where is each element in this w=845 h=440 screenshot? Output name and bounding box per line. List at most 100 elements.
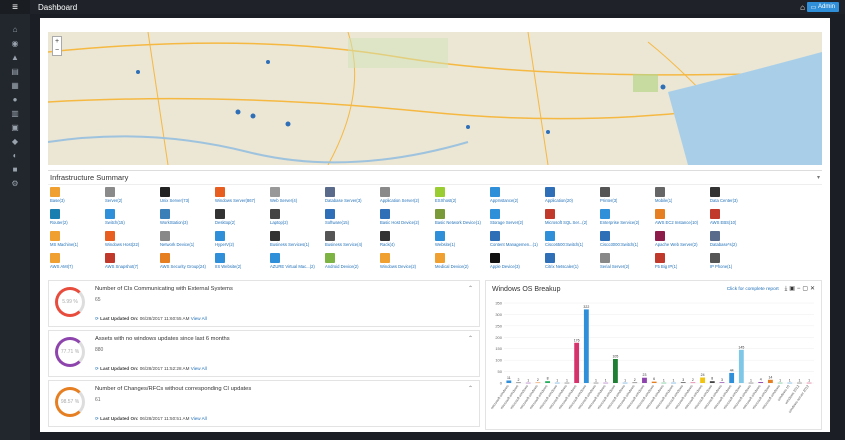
infra-tile[interactable]: Storage Server(2): [490, 209, 545, 231]
ci-type-icon: [215, 209, 225, 219]
infra-tile[interactable]: Network Device(1): [160, 231, 215, 253]
infra-tile[interactable]: Website(1): [435, 231, 490, 253]
download-icon[interactable]: ⤓: [785, 286, 788, 292]
infra-tile[interactable]: Cisco3000:Switch(1): [600, 231, 655, 253]
infra-tile[interactable]: Switch(15): [105, 209, 160, 231]
close-icon[interactable]: ✕: [810, 286, 815, 292]
infra-tile[interactable]: Database*s(2): [710, 231, 765, 253]
nav-icon-10[interactable]: ◐: [0, 148, 30, 162]
infra-tile[interactable]: Apple Device(3): [490, 253, 545, 275]
expand-icon[interactable]: ▢: [802, 286, 808, 292]
card-value: 880: [95, 347, 104, 353]
metric-card: 5.99 % Number of CIs Communicating with …: [48, 280, 480, 327]
infra-tile[interactable]: Apache Web Server(2): [655, 231, 710, 253]
infra-tile[interactable]: Printer(3): [600, 187, 655, 209]
nav-icon-3[interactable]: ▲: [0, 50, 30, 64]
infra-tile[interactable]: AWS EC2 Instance(10): [655, 209, 710, 231]
infra-tile[interactable]: Desktop(2): [215, 209, 270, 231]
infra-tile[interactable]: Laptop(2): [270, 209, 325, 231]
card-menu-icon[interactable]: ⌃: [468, 335, 473, 342]
infra-tile[interactable]: MS Machine(1): [50, 231, 105, 253]
infra-tile[interactable]: AWS EBS(10): [710, 209, 765, 231]
infra-tile[interactable]: F5 Big IP(1): [655, 253, 710, 275]
infra-tile[interactable]: Windows Host(22): [105, 231, 160, 253]
refresh-icon[interactable]: ⟳: [95, 366, 99, 371]
nav-icon-6[interactable]: ●: [0, 92, 30, 106]
nav-icon-9[interactable]: ◆: [0, 134, 30, 148]
print-icon[interactable]: ▣: [789, 286, 795, 292]
infra-tile[interactable]: ESXhost(2): [435, 187, 490, 209]
nav-icon-4[interactable]: ▤: [0, 64, 30, 78]
ci-type-icon: [215, 187, 225, 197]
bar: [787, 382, 793, 384]
infra-tile[interactable]: WorkStation(3): [160, 209, 215, 231]
map[interactable]: + −: [48, 32, 822, 165]
view-all-link[interactable]: View All: [191, 416, 207, 421]
home-icon[interactable]: ⌂: [800, 3, 805, 12]
infra-tile[interactable]: Cisco6500:Switch(1): [545, 231, 600, 253]
infra-tile[interactable]: AWS Snapshot(7): [105, 253, 160, 275]
ci-type-label: Business Service(4): [325, 242, 363, 247]
bar: [680, 382, 686, 383]
infra-tile[interactable]: Application Server(2): [380, 187, 435, 209]
ci-type-label: MS Machine(1): [50, 242, 79, 247]
infra-tile[interactable]: Medical Device(2): [435, 253, 490, 275]
infra-tile[interactable]: Data Center(3): [710, 187, 765, 209]
minimize-icon[interactable]: −: [797, 286, 801, 292]
nav-icon-8[interactable]: ▣: [0, 120, 30, 134]
ci-type-label: Android Device(2): [325, 264, 359, 269]
infra-tile[interactable]: Business Service(4): [325, 231, 380, 253]
home-icon[interactable]: ⌂: [0, 22, 30, 36]
infra-tile[interactable]: Database Server(3): [325, 187, 380, 209]
ci-type-label: Website(1): [435, 242, 456, 247]
infra-tile[interactable]: Serial Server(2): [600, 253, 655, 275]
infra-tile[interactable]: AWS Security Group(24): [160, 253, 215, 275]
ci-type-label: Citrix Netscaler(1): [545, 264, 579, 269]
infra-tile[interactable]: Server(2): [105, 187, 160, 209]
infra-tile[interactable]: Router(2): [50, 209, 105, 231]
percent-ring: 98.57 %: [55, 387, 85, 417]
infra-tile[interactable]: Base(3): [50, 187, 105, 209]
settings-icon[interactable]: ⚙: [0, 176, 30, 190]
infra-tile[interactable]: AZURE Virtual Mac...(2): [270, 253, 325, 275]
infra-tile[interactable]: Basic Host Device(2): [380, 209, 435, 231]
infra-tile[interactable]: Microsoft SQL Ser...(2): [545, 209, 600, 231]
refresh-icon[interactable]: ⟳: [95, 316, 99, 321]
infra-tile[interactable]: HyperV(2): [215, 231, 270, 253]
infra-tile[interactable]: Software(15): [325, 209, 380, 231]
infra-tile[interactable]: Windows Server(867): [215, 187, 270, 209]
nav-icon-7[interactable]: ▥: [0, 106, 30, 120]
infra-tile[interactable]: Citrix Netscaler(1): [545, 253, 600, 275]
nav-icon-11[interactable]: ■: [0, 162, 30, 176]
infra-tile[interactable]: IIS Website(2): [215, 253, 270, 275]
infra-tile[interactable]: Web Server(4): [270, 187, 325, 209]
refresh-icon[interactable]: ⟳: [95, 416, 99, 421]
bar-value-label: 1: [527, 378, 529, 382]
infra-tile[interactable]: Rack(4): [380, 231, 435, 253]
nav-icon-2[interactable]: ◉: [0, 36, 30, 50]
infra-tile[interactable]: Basic Network Device(1): [435, 209, 490, 231]
infra-tile[interactable]: Application(20): [545, 187, 600, 209]
nav-icon-5[interactable]: ▦: [0, 78, 30, 92]
card-menu-icon[interactable]: ⌃: [468, 285, 473, 292]
infra-tile[interactable]: Windows Device(2): [380, 253, 435, 275]
card-menu-icon[interactable]: ⌃: [468, 385, 473, 392]
complete-report-link[interactable]: Click for complete report: [727, 287, 779, 292]
infra-tile[interactable]: AppInstance(2): [490, 187, 545, 209]
ci-type-label: Business Services(1): [270, 242, 310, 247]
infra-tile[interactable]: Mobile(1): [655, 187, 710, 209]
collapse-icon[interactable]: ▾: [817, 174, 820, 181]
view-all-link[interactable]: View All: [191, 366, 207, 371]
infra-tile[interactable]: Android Device(2): [325, 253, 380, 275]
menu-icon[interactable]: ≡: [0, 0, 30, 14]
infra-tile[interactable]: Unix Server(73): [160, 187, 215, 209]
y-tick-label: 200: [495, 335, 502, 340]
infra-tile[interactable]: Business Services(1): [270, 231, 325, 253]
map-zoom-control[interactable]: + −: [52, 36, 62, 56]
infra-tile[interactable]: AWS AMI(7): [50, 253, 105, 275]
view-all-link[interactable]: View All: [191, 316, 207, 321]
infra-tile[interactable]: Enterprise Service(2): [600, 209, 655, 231]
infra-tile[interactable]: IP Phone(1): [710, 253, 765, 275]
admin-button[interactable]: ▭ Admin: [806, 2, 839, 12]
infra-tile[interactable]: Content Managemen...(1): [490, 231, 545, 253]
